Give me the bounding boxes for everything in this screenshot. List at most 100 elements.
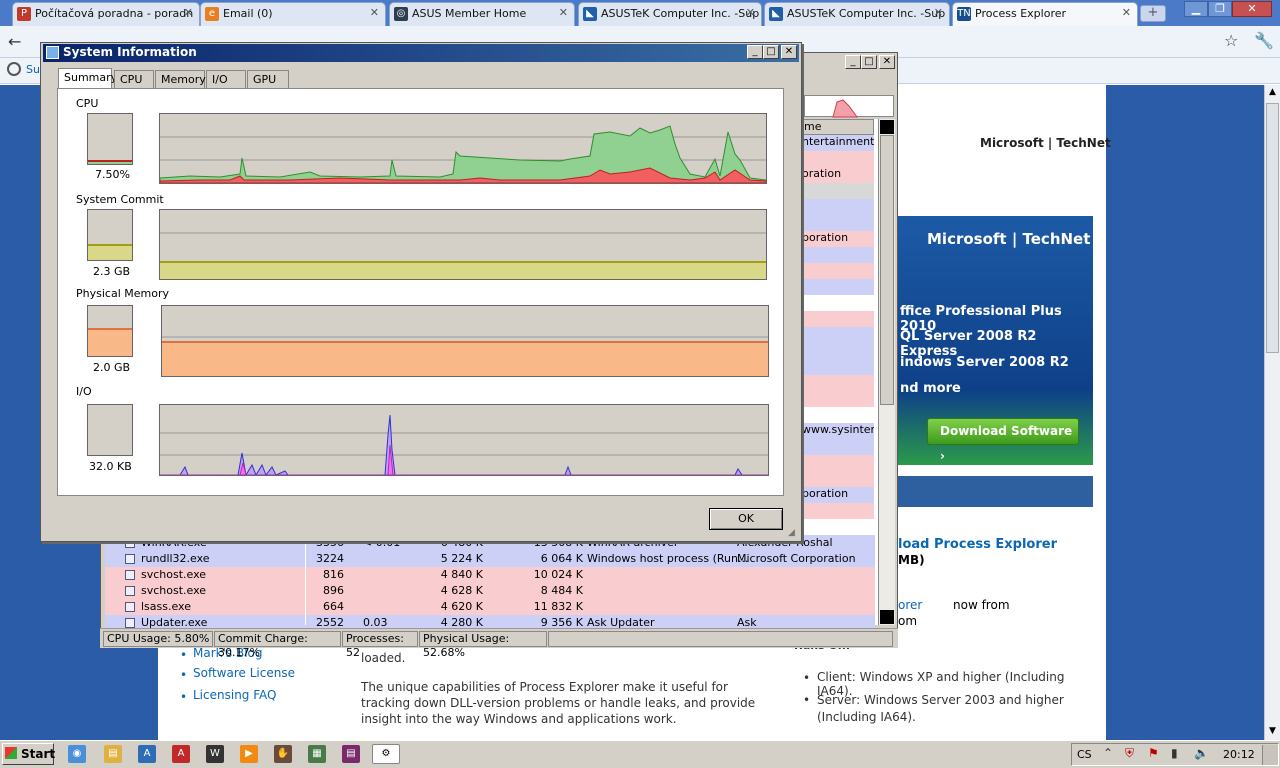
windows-logo-icon xyxy=(5,747,17,759)
process-row[interactable]: svchost.exe 896 4 628 K8 484 K xyxy=(105,583,875,599)
process-company-cell[interactable] xyxy=(802,183,874,199)
folder-icon[interactable]: ▤ xyxy=(104,745,122,763)
cpu-usage-status: CPU Usage: 5.80% xyxy=(103,631,213,647)
process-company-cell[interactable] xyxy=(802,263,874,279)
process-company-cell[interactable] xyxy=(802,311,874,327)
close-browser-button[interactable]: ✕ xyxy=(1232,1,1272,17)
process-company-cell[interactable] xyxy=(802,439,874,455)
process-company-cell[interactable]: poration xyxy=(802,487,874,503)
tab-close-icon[interactable]: ✕ xyxy=(1122,6,1131,19)
word-icon[interactable]: A xyxy=(138,745,156,763)
pe-close-button[interactable]: ✕ xyxy=(879,55,895,69)
minimize-browser-button[interactable]: ▁ xyxy=(1184,1,1208,17)
tab-gpu[interactable]: GPU xyxy=(247,70,289,88)
wrench-icon[interactable]: 🔧 xyxy=(1254,31,1274,50)
winamp-icon[interactable]: W xyxy=(206,745,224,763)
process-company-cell[interactable] xyxy=(802,327,874,343)
sysinfo-close-button[interactable]: ✕ xyxy=(781,45,797,59)
winrar-icon[interactable]: ▤ xyxy=(342,745,360,763)
process-company-cell[interactable] xyxy=(802,247,874,263)
language-indicator[interactable]: CS xyxy=(1077,748,1092,761)
software-license-link[interactable]: Software License xyxy=(193,666,295,680)
process-company-cell[interactable]: www.sysinter... xyxy=(802,423,874,439)
company-column-header[interactable]: me xyxy=(802,119,874,135)
pe-scrollbar[interactable] xyxy=(878,119,895,625)
process-row[interactable]: svchost.exe 816 4 840 K 10 024 K xyxy=(105,567,875,583)
process-company-cell[interactable] xyxy=(802,295,874,311)
bookmark-star-icon[interactable]: ☆ xyxy=(1224,31,1238,50)
process-company-cell[interactable] xyxy=(802,407,874,423)
process-ws-cell: 8 484 K xyxy=(540,584,583,597)
locale-link[interactable]: United States (English) xyxy=(927,92,1065,106)
process-company-cell[interactable]: oration xyxy=(802,167,874,183)
process-company-cell[interactable] xyxy=(802,375,874,391)
network-icon[interactable]: ▮ xyxy=(1171,746,1178,760)
process-explorer-taskbar-button[interactable]: ⚙ xyxy=(372,744,400,764)
tab[interactable]: ◎ ASUS Member Home ✕ xyxy=(389,2,575,26)
media-player-icon[interactable]: ▶ xyxy=(240,745,258,763)
tab[interactable]: TN Process Explorer ✕ xyxy=(952,2,1138,26)
tab-close-icon[interactable]: ✕ xyxy=(934,6,943,19)
process-ws-cell: 6 064 K xyxy=(540,552,583,565)
acrobat-icon[interactable]: A xyxy=(172,745,190,763)
download-software-button[interactable]: Download Software › xyxy=(927,418,1079,463)
tab-close-icon[interactable]: ✕ xyxy=(184,6,193,19)
show-desktop-button[interactable] xyxy=(1262,745,1278,765)
promo-brand: Microsoft | TechNet xyxy=(927,230,1091,248)
tab[interactable]: P Počítačová poradna - poradn ✕ xyxy=(12,2,200,26)
page-scrollbar[interactable]: ▲ ▼ xyxy=(1264,85,1280,740)
app-icon[interactable]: ✋ xyxy=(274,745,292,763)
sysinfo-maximize-button[interactable]: □ xyxy=(763,45,779,59)
process-company-cell[interactable] xyxy=(802,199,874,215)
licensing-faq-link[interactable]: Licensing FAQ xyxy=(193,688,276,702)
security-icon[interactable]: ⛨ xyxy=(1125,746,1134,761)
chrome-icon[interactable]: ◉ xyxy=(68,745,86,763)
tab[interactable]: ◣ ASUSTeK Computer Inc. -Sup ✕ xyxy=(764,2,950,26)
sign-in-link[interactable]: Sign in xyxy=(1061,92,1102,106)
resize-grip-icon[interactable]: ◢ xyxy=(788,528,795,538)
process-row[interactable]: lsass.exe 664 4 620 K 11 832 K xyxy=(105,599,875,615)
sysinfo-titlebar[interactable]: System Information _ □ ✕ xyxy=(43,44,799,62)
tab-summary[interactable]: Summary xyxy=(58,68,117,89)
new-tab-button[interactable]: + xyxy=(1140,5,1166,22)
run-from-link[interactable]: orer xyxy=(898,598,922,612)
process-company-cell[interactable]: ntertainment xyxy=(802,135,874,151)
bookmark-item[interactable]: Su xyxy=(26,63,40,76)
action-center-icon[interactable]: ⚑ xyxy=(1148,746,1159,760)
process-company-cell[interactable] xyxy=(802,503,874,519)
tab-close-icon[interactable]: ✕ xyxy=(370,6,379,19)
process-company-cell[interactable] xyxy=(802,343,874,359)
process-company-cell[interactable] xyxy=(802,519,874,535)
tab-cpu[interactable]: CPU xyxy=(114,70,154,88)
process-row[interactable]: rundll32.exe 3224 5 224 K6 064 K Windows ho… xyxy=(105,551,875,567)
process-company-cell[interactable] xyxy=(802,455,874,471)
process-company-cell[interactable] xyxy=(802,151,874,167)
tab[interactable]: e Email (0) ✕ xyxy=(200,2,386,26)
maximize-browser-button[interactable]: ❐ xyxy=(1208,1,1232,17)
pe-maximize-button[interactable]: □ xyxy=(861,55,877,69)
tab-close-icon[interactable]: ✕ xyxy=(559,6,568,19)
process-company-cell[interactable] xyxy=(802,359,874,375)
download-link[interactable]: load Process Explorer xyxy=(898,537,1057,552)
process-company-cell[interactable] xyxy=(802,471,874,487)
bookmark-icon xyxy=(7,62,21,76)
pe-cpu-mini-graph xyxy=(804,95,894,118)
sysinfo-minimize-button[interactable]: _ xyxy=(747,45,763,59)
commit-charge-status: Commit Charge: 30.17% xyxy=(214,631,341,659)
network-tool-icon[interactable]: ▦ xyxy=(308,745,326,763)
pe-minimize-button[interactable]: _ xyxy=(845,55,861,69)
tab-memory[interactable]: Memory xyxy=(155,70,206,88)
tab-io[interactable]: I/O xyxy=(206,70,246,88)
process-company-cell[interactable] xyxy=(802,391,874,407)
process-company-cell[interactable] xyxy=(802,279,874,295)
process-company-cell[interactable]: poration xyxy=(802,231,874,247)
ok-button[interactable]: OK xyxy=(709,508,783,530)
tab[interactable]: ◣ ASUSTeK Computer Inc. -Sup ✕ xyxy=(578,2,762,26)
volume-icon[interactable]: 🔈 xyxy=(1194,746,1209,760)
process-company-cell[interactable] xyxy=(802,215,874,231)
clock[interactable]: 20:12 xyxy=(1223,748,1255,761)
back-icon[interactable]: ← xyxy=(8,32,21,51)
section-bar xyxy=(897,476,1093,507)
tray-expand-icon[interactable]: ⌃ xyxy=(1103,746,1113,760)
tab-close-icon[interactable]: ✕ xyxy=(746,6,755,19)
